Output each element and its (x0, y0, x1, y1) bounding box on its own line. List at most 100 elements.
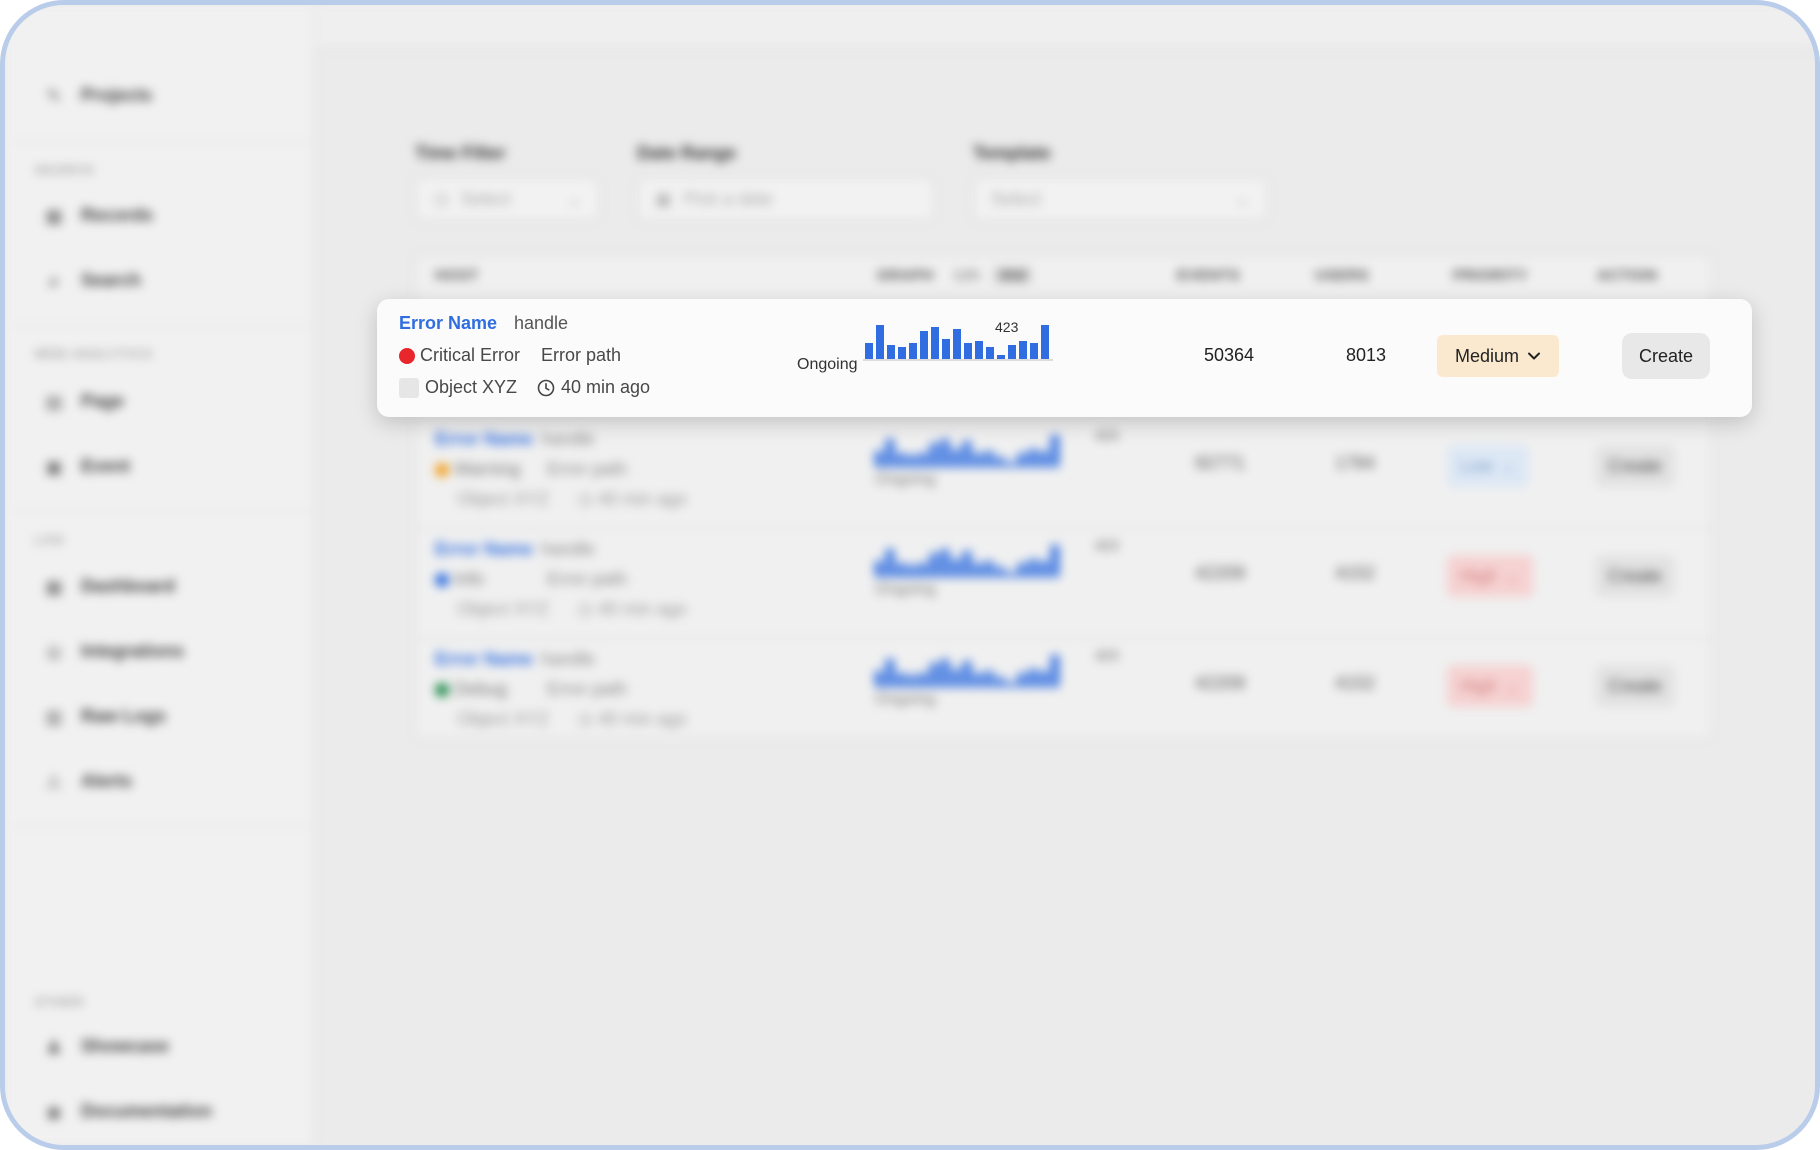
error-name-link[interactable]: Error Name (399, 313, 497, 334)
sidebar-item-label: Page (81, 391, 125, 411)
clock-icon: ◷ (577, 599, 593, 619)
handle-text: handle (541, 539, 596, 559)
clock-icon: ◷ (577, 709, 593, 729)
template-label: Template (973, 143, 1051, 163)
chevron-down-icon: ⌄ (1500, 455, 1517, 476)
priority-dropdown[interactable]: High ⌄ (1447, 555, 1533, 597)
events-count: 50364 (1204, 345, 1255, 365)
time-filter-select[interactable]: ◷ Select ⌄ (415, 177, 600, 221)
column-priority: PRIORITY (1453, 267, 1528, 284)
error-name-link[interactable]: Error Name (435, 429, 533, 450)
sidebar-item-raw-logs[interactable]: ▥ Raw Logs (45, 706, 166, 727)
error-path-text: Error path (547, 459, 628, 479)
sidebar: ✎ Projects SEARCH ▦ Records ⌕ Search WEB… (5, 5, 315, 1145)
sidebar-item-records[interactable]: ▦ Records (45, 205, 153, 226)
sidebar-item-label: Integrations (81, 641, 185, 661)
sidebar-divider (15, 510, 311, 512)
clock-icon: ◷ (577, 489, 593, 509)
table-row[interactable]: Error Name handle Info Error path Object… (417, 527, 1710, 637)
priority-dropdown[interactable]: High ⌄ (1447, 665, 1533, 707)
error-name-link[interactable]: Error Name (435, 649, 533, 670)
clock-icon: ◷ (433, 188, 449, 209)
count-label: 423 (1095, 537, 1119, 553)
table-row[interactable]: Error Name handle Warning Error path Obj… (417, 417, 1710, 527)
clock-icon (537, 379, 555, 396)
users-count: 1784 (1335, 453, 1376, 473)
top-bar (315, 5, 1815, 49)
time-filter-placeholder: Select (460, 188, 511, 209)
sidebar-item-label: Showcase (81, 1036, 170, 1056)
sidebar-item-documentation[interactable]: ◉ Documentation (45, 1101, 212, 1122)
sidebar-section-title: WEB ANALYTICS (35, 347, 153, 361)
template-select[interactable]: Select ⌄ (973, 177, 1268, 221)
user-icon: ♟ (45, 1036, 63, 1057)
debug-dot-icon (435, 683, 449, 698)
activity-sparkline (875, 647, 1059, 687)
sidebar-item-projects[interactable]: ✎ Projects (45, 85, 152, 106)
sidebar-section-title: LOG (35, 533, 66, 547)
object-text: Object XYZ (425, 377, 518, 397)
time-ago-text: 40 min ago (597, 709, 687, 729)
sidebar-item-label: Alerts (81, 771, 133, 791)
users-count: 4152 (1335, 563, 1376, 583)
dashboard-icon: ▦ (45, 576, 63, 597)
date-range-picker[interactable]: ▣ Pick a date (637, 177, 935, 221)
priority-dropdown[interactable]: Medium (1437, 335, 1559, 377)
status-text: Ongoing (875, 471, 936, 488)
sidebar-item-label: Search (81, 270, 142, 290)
priority-value: High (1459, 565, 1497, 586)
sidebar-item-event[interactable]: ▣ Event (45, 456, 130, 477)
sidebar-item-label: Event (81, 456, 131, 476)
sidebar-item-label: Raw Logs (81, 706, 167, 726)
sidebar-item-showcase[interactable]: ♟ Showcase (45, 1036, 169, 1057)
users-count: 8013 (1346, 345, 1387, 365)
priority-dropdown[interactable]: Low ⌄ (1447, 445, 1529, 487)
sidebar-section-title: OTHER (35, 995, 85, 1009)
calendar-icon: ▣ (655, 188, 673, 209)
sidebar-item-search[interactable]: ⌕ Search (45, 270, 141, 291)
time-filter-label: Time Filter (415, 143, 506, 163)
chevron-down-icon (1528, 352, 1541, 360)
handle-text: handle (541, 649, 596, 669)
create-button[interactable]: Create (1595, 665, 1675, 707)
object-box-icon (399, 377, 419, 398)
sidebar-item-integrations[interactable]: ◎ Integrations (45, 641, 184, 662)
time-ago-text: 40 min ago (561, 377, 651, 397)
column-graph: GRAPH (877, 267, 934, 284)
time-ago-text: 40 min ago (597, 489, 687, 509)
range-12h-toggle[interactable]: 12h (953, 267, 980, 284)
page-icon: ▤ (45, 391, 63, 412)
level-text: Warning (454, 459, 521, 479)
priority-value: High (1459, 675, 1497, 696)
sidebar-item-page[interactable]: ▤ Page (45, 391, 124, 412)
create-button[interactable]: Create (1595, 555, 1675, 597)
level-text: Critical Error (420, 345, 521, 365)
events-count: 92771 (1195, 453, 1246, 473)
error-path-text: Error path (547, 569, 628, 589)
activity-sparkline (875, 537, 1059, 577)
sidebar-item-label: Dashboard (81, 576, 176, 596)
warning-dot-icon (435, 463, 449, 478)
handle-text: handle (514, 313, 569, 333)
sidebar-divider (15, 141, 311, 143)
level-text: Debug (454, 679, 508, 699)
priority-value: Medium (1454, 345, 1520, 366)
window-frame: ✎ Projects SEARCH ▦ Records ⌕ Search WEB… (0, 0, 1820, 1150)
sidebar-item-label: Records (81, 205, 154, 225)
sidebar-item-dashboard[interactable]: ▦ Dashboard (45, 576, 175, 597)
status-text: Ongoing (875, 581, 936, 598)
create-button[interactable]: Create (1622, 333, 1710, 379)
highlighted-issue-row[interactable]: Error Name handle Critical Error Error p… (377, 299, 1752, 417)
date-range-label: Date Range (637, 143, 737, 163)
status-text: Ongoing (875, 691, 936, 708)
error-name-link[interactable]: Error Name (435, 539, 533, 560)
sidebar-item-alerts[interactable]: ⚠ Alerts (45, 771, 132, 792)
critical-dot-icon (399, 348, 415, 365)
magnifier-icon: ⌕ (48, 270, 60, 291)
table-row[interactable]: Error Name handle Debug Error path Objec… (417, 637, 1710, 747)
sidebar-item-label: Documentation (81, 1101, 213, 1121)
create-button[interactable]: Create (1595, 445, 1675, 487)
error-path-text: Error path (547, 679, 628, 699)
pencil-icon: ✎ (46, 85, 62, 106)
range-30d-toggle[interactable]: 30d (993, 267, 1033, 284)
